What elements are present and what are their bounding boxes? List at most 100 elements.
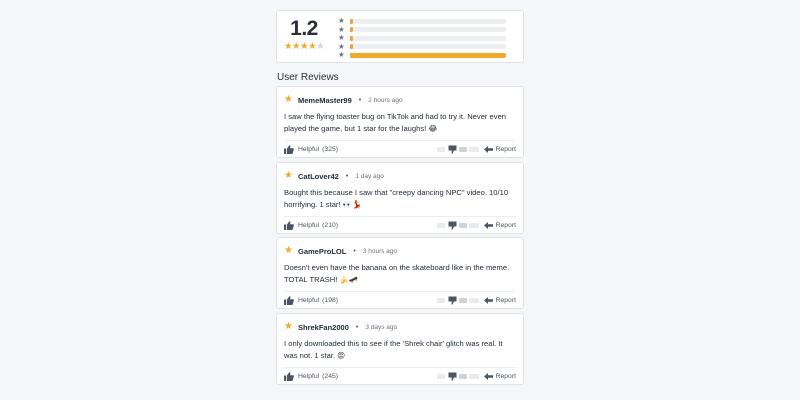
rating-bar-track — [350, 52, 506, 58]
review-timestamp: 1 day ago — [355, 172, 384, 180]
report-label: Report — [495, 222, 516, 229]
helpful-button[interactable]: Helpful (210) — [284, 221, 338, 230]
thumbs-down-icon[interactable] — [448, 296, 457, 305]
rating-bar-track — [350, 35, 506, 41]
rating-bar-track — [350, 27, 506, 33]
helpful-button[interactable]: Helpful (198) — [284, 296, 338, 305]
star-icon: ★ — [338, 50, 345, 60]
star-icon: ★ — [284, 321, 293, 332]
review-timestamp: 2 hours ago — [368, 96, 403, 104]
star-icon: ★ — [338, 33, 345, 43]
rating-bar-2: ★ — [338, 42, 506, 51]
review-text: Doesn't even have the banana on the skat… — [284, 263, 510, 284]
rating-bar-track — [350, 18, 506, 24]
average-stars: ★★★★★ — [284, 41, 325, 52]
star-icon: ★ — [284, 170, 293, 181]
review-actions: Helpful (325) Report — [284, 144, 516, 155]
thumbs-up-icon — [284, 221, 294, 230]
review-text: I only downloaded this to see if the 'Sh… — [284, 339, 503, 360]
review-header: ★ MemeMaster99 • 2 hours ago — [284, 94, 403, 106]
review-timestamp: 3 hours ago — [362, 247, 398, 255]
placeholder-block — [468, 223, 479, 228]
review-actions: Helpful (210) Report — [284, 220, 516, 231]
flag-icon — [483, 146, 493, 153]
helpful-count: (245) — [322, 373, 339, 380]
helpful-count: (325) — [322, 146, 339, 153]
review-secondary-actions: Report — [436, 372, 516, 381]
section-title: User Reviews — [277, 72, 339, 83]
helpful-label: Helpful — [298, 146, 320, 153]
average-rating: 1.2 — [290, 17, 318, 40]
thumbs-up-icon — [284, 372, 294, 381]
helpful-label: Helpful — [298, 373, 320, 380]
placeholder-block — [468, 147, 479, 152]
report-button[interactable]: Report — [483, 296, 516, 305]
placeholder-block — [436, 147, 445, 152]
review-card: ★ MemeMaster99 • 2 hours ago I saw the f… — [276, 86, 524, 158]
divider — [284, 367, 516, 368]
review-timestamp: 3 days ago — [365, 323, 398, 331]
placeholder-block — [458, 374, 467, 379]
rating-bar-track — [350, 44, 506, 50]
flag-icon — [483, 373, 493, 380]
report-button[interactable]: Report — [483, 372, 516, 381]
review-actions: Helpful (245) Report — [284, 371, 516, 382]
separator-dot: • — [355, 323, 359, 331]
separator-dot: • — [358, 96, 362, 104]
separator-dot: • — [345, 172, 349, 180]
star-icon: ★ — [284, 94, 293, 105]
rating-bar-4: ★ — [338, 25, 506, 34]
review-text: I saw the flying toaster bug on TikTok a… — [284, 112, 507, 133]
separator-dot: • — [353, 247, 356, 255]
review-card: ★ ShrekFan2000 • 3 days ago I only downl… — [276, 313, 524, 385]
review-secondary-actions: Report — [436, 145, 516, 154]
review-username[interactable]: ShrekFan2000 — [298, 323, 349, 332]
review-username[interactable]: CatLover42 — [298, 172, 339, 181]
placeholder-block — [436, 223, 445, 228]
divider — [284, 291, 516, 292]
helpful-label: Helpful — [298, 222, 320, 229]
thumbs-down-icon[interactable] — [448, 145, 457, 154]
flag-icon — [483, 222, 493, 229]
placeholder-block — [458, 223, 467, 228]
review-header: ★ ShrekFan2000 • 3 days ago — [284, 321, 397, 333]
review-header: ★ CatLover42 • 1 day ago — [284, 170, 384, 182]
report-label: Report — [495, 373, 516, 380]
rating-bar-5: ★ — [338, 17, 506, 25]
star-icon: ★ — [284, 245, 293, 256]
helpful-label: Helpful — [298, 297, 320, 304]
rating-bar-fill — [350, 52, 506, 58]
review-username[interactable]: MemeMaster99 — [298, 96, 352, 105]
report-button[interactable]: Report — [483, 221, 516, 230]
star-icon: ★ — [292, 41, 301, 52]
report-label: Report — [495, 297, 516, 304]
rating-bar-fill — [350, 44, 354, 50]
review-username[interactable]: GameProLOL — [298, 247, 346, 256]
placeholder-block — [458, 298, 467, 303]
review-actions: Helpful (198) Report — [284, 295, 516, 306]
reviews-panel: 1.2 ★★★★★ ★ ★ ★ ★ ★ User Reviews ★ MemeM… — [276, 10, 524, 385]
thumbs-down-icon[interactable] — [448, 372, 457, 381]
helpful-count: (198) — [322, 297, 339, 304]
placeholder-block — [436, 298, 445, 303]
report-button[interactable]: Report — [483, 145, 516, 154]
rating-distribution: ★ ★ ★ ★ ★ — [338, 17, 506, 60]
flag-icon — [483, 297, 493, 304]
star-icon: ★ — [316, 41, 325, 52]
thumbs-up-icon — [284, 145, 294, 154]
helpful-count: (210) — [322, 222, 339, 229]
helpful-button[interactable]: Helpful (245) — [284, 372, 338, 381]
thumbs-down-icon[interactable] — [448, 221, 457, 230]
thumbs-up-icon — [284, 296, 294, 305]
star-icon: ★ — [300, 41, 309, 52]
helpful-button[interactable]: Helpful (325) — [284, 145, 338, 154]
rating-summary-card: 1.2 ★★★★★ ★ ★ ★ ★ ★ — [276, 10, 524, 63]
placeholder-block — [458, 147, 467, 152]
placeholder-block — [436, 374, 445, 379]
review-card: ★ CatLover42 • 1 day ago Bought this bec… — [276, 162, 524, 234]
review-card: ★ GameProLOL • 3 hours ago Doesn't even … — [276, 237, 524, 309]
review-text: Bought this because I saw that "creepy d… — [284, 188, 509, 209]
report-label: Report — [495, 146, 516, 153]
placeholder-block — [468, 374, 479, 379]
review-secondary-actions: Report — [436, 221, 516, 230]
